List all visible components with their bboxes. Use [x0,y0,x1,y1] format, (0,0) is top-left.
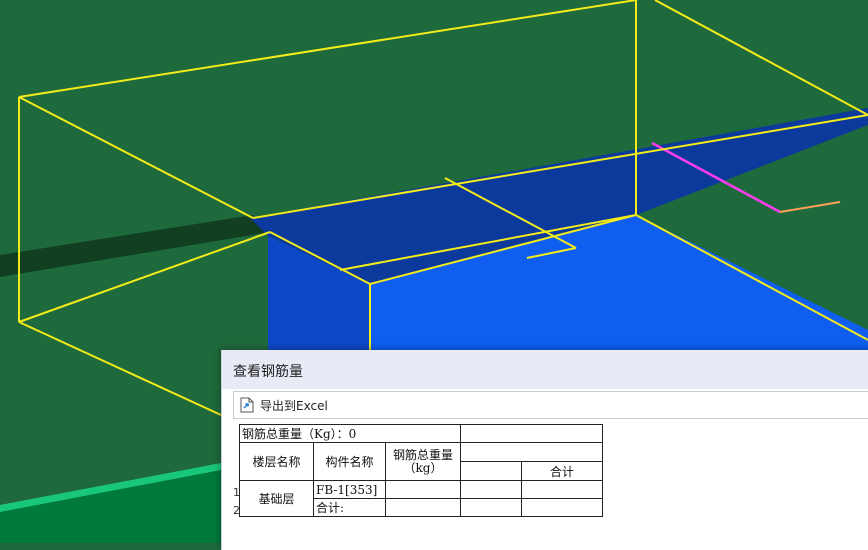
rebar-table-container: 钢筋总重量（Kg）：0 楼层名称 构件名称 钢筋总重量 （kg） 合计 基础层 … [239,424,603,517]
header-group-cell [460,442,603,462]
sum-cell [521,498,603,517]
dialog-titlebar[interactable]: 查看钢筋量 [222,350,868,389]
sum-cell [521,480,603,499]
view-rebar-dialog: 查看钢筋量 导出到Excel 1 2 钢筋总重量（Kg）：0 楼层名称 构件名称… [221,350,868,550]
weight-cell [385,480,461,499]
total-weight-header-line1: 钢筋总重量 [392,447,453,462]
data-cell [460,480,522,499]
header-empty-cell [460,424,603,443]
component-cell: FB-1[353] [313,480,386,499]
floor-cell: 基础层 [239,480,314,517]
sum-header: 合计 [521,461,603,481]
component-cell: 合计: [313,498,386,517]
header-sub-cell [460,461,522,481]
table-row[interactable]: 基础层 FB-1[353] [239,480,603,517]
export-to-excel-button[interactable]: 导出到Excel [240,395,328,415]
floor-name-header: 楼层名称 [239,442,314,481]
weight-cell [385,498,461,517]
total-weight-header-line2: （kg） [403,460,443,475]
export-excel-icon [240,397,254,413]
total-weight-cell: 钢筋总重量（Kg）：0 [239,424,461,443]
rebar-quantity-table: 钢筋总重量（Kg）：0 楼层名称 构件名称 钢筋总重量 （kg） 合计 基础层 … [239,424,603,517]
dialog-title: 查看钢筋量 [233,364,303,380]
data-cell [460,498,522,517]
total-weight-header: 钢筋总重量 （kg） [385,442,461,481]
dialog-toolbar: 导出到Excel [233,391,868,419]
export-to-excel-label: 导出到Excel [260,398,328,413]
component-name-header: 构件名称 [313,442,386,481]
